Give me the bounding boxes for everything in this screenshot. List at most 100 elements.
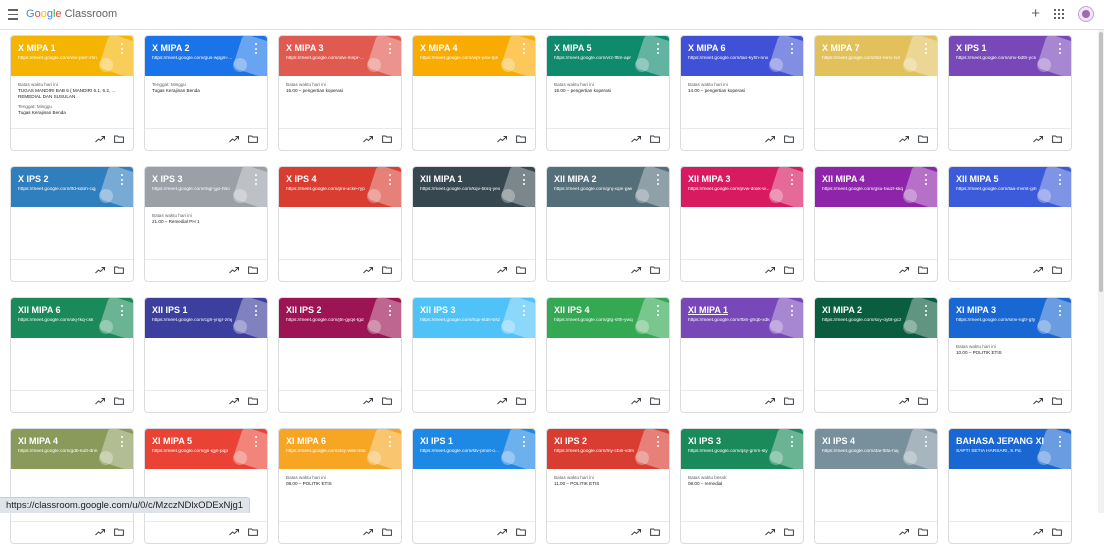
trending-up-icon[interactable] xyxy=(229,528,239,536)
folder-icon[interactable] xyxy=(1052,528,1062,536)
trending-up-icon[interactable] xyxy=(363,135,373,143)
google-classroom-logo[interactable]: Google Classroom xyxy=(26,8,117,20)
more-options-icon[interactable] xyxy=(657,436,660,447)
folder-icon[interactable] xyxy=(114,266,124,274)
folder-icon[interactable] xyxy=(784,135,794,143)
class-card-header[interactable]: X IPS 4https://meet.google.com/pni-ucke-… xyxy=(279,167,401,207)
class-card[interactable]: X MIPA 2https://meet.google.com/gus-wpgm… xyxy=(144,35,268,151)
more-options-icon[interactable] xyxy=(657,305,660,316)
class-name-link[interactable]: X IPS 3 xyxy=(152,174,252,184)
class-card-header[interactable]: X MIPA 1https://meet.google.com/ww-pnrr-… xyxy=(11,36,133,76)
class-card-header[interactable]: XII MIPA 6https://meet.google.com/ukj-fk… xyxy=(11,298,133,338)
class-card-header[interactable]: XII IPS 2https://meet.google.com/jtn-gyq… xyxy=(279,298,401,338)
class-card-header[interactable]: XII IPS 4https://meet.google.com/gfg-sft… xyxy=(547,298,669,338)
more-options-icon[interactable] xyxy=(791,305,794,316)
class-card-header[interactable]: XII IPS 3https://meet.google.com/hqx-ktd… xyxy=(413,298,535,338)
assignment-link[interactable]: 08.00 – POLITIK ETIS xyxy=(286,481,394,486)
class-card-header[interactable]: X MIPA 4https://meet.google.com/wpr-jvkv… xyxy=(413,36,535,76)
class-name-link[interactable]: XII MIPA 3 xyxy=(688,174,788,184)
create-join-class-button[interactable]: + xyxy=(1031,6,1040,22)
assignment-link[interactable]: 10.00 – POLITIK ETIS xyxy=(956,350,1064,355)
trending-up-icon[interactable] xyxy=(363,266,373,274)
class-card[interactable]: X IPS 4https://meet.google.com/pni-ucke-… xyxy=(278,166,402,282)
more-options-icon[interactable] xyxy=(791,436,794,447)
assignment-link[interactable]: Tugas Kerajinan Benda xyxy=(152,88,260,93)
folder-icon[interactable] xyxy=(650,397,660,405)
more-options-icon[interactable] xyxy=(523,174,526,185)
class-card[interactable]: XII IPS 4https://meet.google.com/gfg-sft… xyxy=(546,297,670,413)
account-avatar[interactable] xyxy=(1078,6,1094,22)
class-name-link[interactable]: X MIPA 1 xyxy=(18,43,118,53)
class-card[interactable]: XI IPS 4https://meet.google.com/dai-fbfa… xyxy=(814,428,938,544)
more-options-icon[interactable] xyxy=(925,436,928,447)
folder-icon[interactable] xyxy=(1052,266,1062,274)
more-options-icon[interactable] xyxy=(523,43,526,54)
folder-icon[interactable] xyxy=(918,528,928,536)
class-card[interactable]: XI MIPA 4https://meet.google.com/gdb-kut… xyxy=(10,428,134,544)
class-name-link[interactable]: XII IPS 3 xyxy=(420,305,520,315)
folder-icon[interactable] xyxy=(114,528,124,536)
class-card[interactable]: XII MIPA 6https://meet.google.com/ukj-fk… xyxy=(10,297,134,413)
class-card[interactable]: XI MIPA 6https://meet.google.com/dsy-wsk… xyxy=(278,428,402,544)
trending-up-icon[interactable] xyxy=(363,397,373,405)
more-options-icon[interactable] xyxy=(925,305,928,316)
trending-up-icon[interactable] xyxy=(95,397,105,405)
folder-icon[interactable] xyxy=(650,266,660,274)
class-card[interactable]: X IPS 1https://meet.google.com/uhv-bdth-… xyxy=(948,35,1072,151)
trending-up-icon[interactable] xyxy=(229,266,239,274)
class-name-link[interactable]: X MIPA 6 xyxy=(688,43,788,53)
folder-icon[interactable] xyxy=(114,397,124,405)
class-name-link[interactable]: BAHASA JEPANG XI xyxy=(956,436,1056,446)
folder-icon[interactable] xyxy=(784,528,794,536)
folder-icon[interactable] xyxy=(1052,397,1062,405)
class-card-header[interactable]: XII MIPA 5https://meet.google.com/taa-mv… xyxy=(949,167,1071,207)
class-card[interactable]: X MIPA 1https://meet.google.com/ww-pnrr-… xyxy=(10,35,134,151)
class-card-header[interactable]: X MIPA 6https://meet.google.com/tan-kyhh… xyxy=(681,36,803,76)
class-card-header[interactable]: XI IPS 4https://meet.google.com/dai-fbfa… xyxy=(815,429,937,469)
trending-up-icon[interactable] xyxy=(95,135,105,143)
folder-icon[interactable] xyxy=(516,135,526,143)
class-name-link[interactable]: X IPS 4 xyxy=(286,174,386,184)
folder-icon[interactable] xyxy=(248,135,258,143)
more-options-icon[interactable] xyxy=(255,305,258,316)
class-name-link[interactable]: XII MIPA 4 xyxy=(822,174,922,184)
trending-up-icon[interactable] xyxy=(95,266,105,274)
class-card[interactable]: XII MIPA 1https://meet.google.com/kqv-bb… xyxy=(412,166,536,282)
trending-up-icon[interactable] xyxy=(631,528,641,536)
class-name-link[interactable]: XII MIPA 2 xyxy=(554,174,654,184)
class-name-link[interactable]: XI MIPA 5 xyxy=(152,436,252,446)
folder-icon[interactable] xyxy=(784,397,794,405)
class-card[interactable]: XII IPS 1https://meet.google.com/cgh-yng… xyxy=(144,297,268,413)
class-name-link[interactable]: X MIPA 3 xyxy=(286,43,386,53)
assignment-link[interactable]: REMEDIAL DAN SUSULAN xyxy=(18,94,126,99)
folder-icon[interactable] xyxy=(516,266,526,274)
trending-up-icon[interactable] xyxy=(631,135,641,143)
class-card-header[interactable]: X IPS 3https://meet.google.com/mgr-jjjo-… xyxy=(145,167,267,207)
assignment-link[interactable]: Tugas Kerajinan Benda xyxy=(18,110,126,115)
trending-up-icon[interactable] xyxy=(899,135,909,143)
trending-up-icon[interactable] xyxy=(765,528,775,536)
class-name-link[interactable]: XI MIPA 1 xyxy=(688,305,788,315)
class-card[interactable]: X MIPA 3https://meet.google.com/utw-mnpr… xyxy=(278,35,402,151)
trending-up-icon[interactable] xyxy=(1033,397,1043,405)
trending-up-icon[interactable] xyxy=(1033,266,1043,274)
more-options-icon[interactable] xyxy=(925,43,928,54)
class-card-header[interactable]: XII MIPA 3https://meet.google.com/pvw-dn… xyxy=(681,167,803,207)
more-options-icon[interactable] xyxy=(255,174,258,185)
more-options-icon[interactable] xyxy=(791,43,794,54)
class-card[interactable]: XI IPS 3https://meet.google.com/qsy-gmm-… xyxy=(680,428,804,544)
folder-icon[interactable] xyxy=(516,528,526,536)
trending-up-icon[interactable] xyxy=(95,528,105,536)
trending-up-icon[interactable] xyxy=(631,266,641,274)
class-card-header[interactable]: XI IPS 1https://meet.google.com/stv-pmxt… xyxy=(413,429,535,469)
class-card[interactable]: XII MIPA 5https://meet.google.com/taa-mv… xyxy=(948,166,1072,282)
class-card-header[interactable]: X IPS 2https://meet.google.com/tfd-kdoh-… xyxy=(11,167,133,207)
class-name-link[interactable]: XII IPS 1 xyxy=(152,305,252,315)
class-card[interactable]: XII IPS 2https://meet.google.com/jtn-gyq… xyxy=(278,297,402,413)
more-options-icon[interactable] xyxy=(389,436,392,447)
class-card[interactable]: XI IPS 1https://meet.google.com/stv-pmxt… xyxy=(412,428,536,544)
class-card-header[interactable]: X IPS 1https://meet.google.com/uhv-bdth-… xyxy=(949,36,1071,76)
class-card[interactable]: XII MIPA 4https://meet.google.com/gsu-fa… xyxy=(814,166,938,282)
assignment-link[interactable]: 16.00 – pengertian koperasi xyxy=(554,88,662,93)
class-card[interactable]: XI MIPA 5https://meet.google.com/jjn-qjj… xyxy=(144,428,268,544)
